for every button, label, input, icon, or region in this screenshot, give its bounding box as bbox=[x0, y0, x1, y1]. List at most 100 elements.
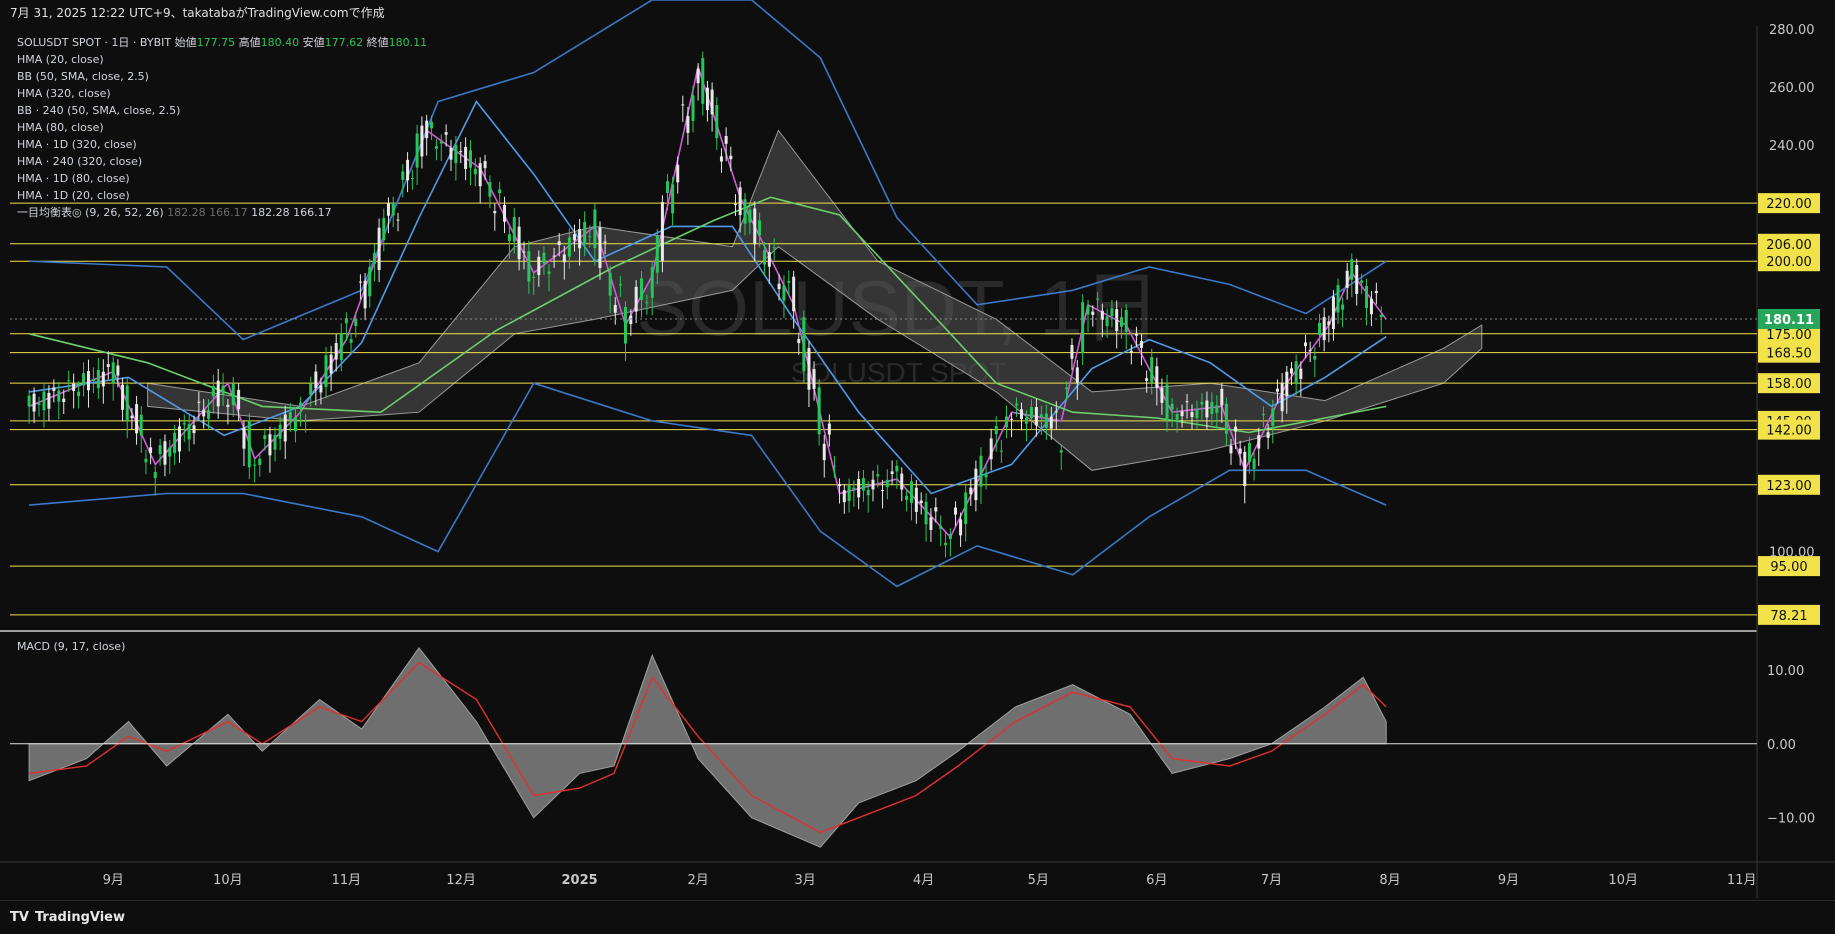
indicator-bb-50[interactable]: BB (50, SMA, close, 2.5) bbox=[17, 68, 427, 85]
candle-body bbox=[1252, 458, 1256, 469]
indicator-hma-20[interactable]: HMA (20, close) bbox=[17, 51, 427, 68]
candle-body bbox=[989, 438, 993, 460]
indicator-hma-80[interactable]: HMA (80, close) bbox=[17, 119, 427, 136]
candle-body bbox=[309, 383, 313, 395]
candle-body bbox=[258, 458, 262, 465]
close-value: 180.11 bbox=[388, 36, 428, 49]
candle-body bbox=[72, 383, 76, 391]
candle-body bbox=[640, 278, 644, 300]
candle-body bbox=[512, 217, 516, 242]
candle-body bbox=[686, 116, 690, 133]
indicator-hma-1d-20[interactable]: HMA · 1D (20, close) bbox=[17, 187, 427, 204]
candle-body bbox=[483, 161, 487, 169]
candle-body bbox=[253, 464, 257, 466]
candle-body bbox=[324, 355, 328, 387]
candle-body bbox=[634, 286, 638, 312]
candle-body bbox=[226, 404, 230, 407]
candle-body bbox=[1100, 310, 1104, 320]
candle-body bbox=[705, 87, 709, 111]
candle-body bbox=[1280, 382, 1284, 412]
candle-body bbox=[562, 254, 566, 263]
candle-body bbox=[368, 266, 372, 297]
candle-body bbox=[349, 339, 353, 343]
indicator-hma-1d-320[interactable]: HMA · 1D (320, close) bbox=[17, 136, 427, 153]
candle-body bbox=[449, 148, 453, 160]
candle-body bbox=[1308, 349, 1312, 351]
candle-body bbox=[247, 420, 251, 468]
candle-body bbox=[1205, 400, 1209, 418]
candle-body bbox=[1190, 412, 1194, 418]
candle-body bbox=[871, 479, 875, 490]
candle-body bbox=[953, 507, 957, 515]
candle-body bbox=[939, 525, 943, 529]
candle-body bbox=[1105, 316, 1109, 327]
footer-bar: TV TradingView bbox=[0, 900, 1835, 933]
candle-body bbox=[748, 209, 752, 223]
candle-body bbox=[900, 473, 904, 490]
candle-body bbox=[797, 338, 801, 344]
candle-body bbox=[772, 247, 776, 249]
candle-body bbox=[177, 426, 181, 452]
indicator-hma-240-320[interactable]: HMA · 240 (320, close) bbox=[17, 153, 427, 170]
candle-body bbox=[603, 241, 607, 243]
candle-body bbox=[787, 281, 791, 283]
candle-body bbox=[696, 68, 700, 84]
candle-body bbox=[1341, 304, 1345, 310]
level-tag-label: 78.21 bbox=[1770, 609, 1807, 624]
candle-body bbox=[691, 95, 695, 122]
candle-body bbox=[959, 519, 963, 536]
candle-body bbox=[1059, 450, 1063, 453]
candle-body bbox=[42, 391, 46, 411]
candle-body bbox=[1195, 408, 1199, 419]
candle-body bbox=[507, 234, 511, 242]
candle-body bbox=[1200, 402, 1204, 405]
candle-body bbox=[924, 501, 928, 525]
ichimoku-label: 一目均衡表◎ (9, 26, 52, 26) bbox=[17, 206, 164, 219]
indicator-bb-240[interactable]: BB · 240 (50, SMA, close, 2.5) bbox=[17, 102, 427, 119]
candle-body bbox=[468, 150, 472, 168]
candle-body bbox=[1160, 387, 1164, 403]
candle-body bbox=[613, 304, 617, 313]
candle-body bbox=[724, 136, 728, 144]
time-tick-label: 6月 bbox=[1146, 873, 1167, 888]
candle-body bbox=[914, 487, 918, 512]
candle-body bbox=[1165, 384, 1169, 421]
candle-body bbox=[583, 221, 587, 245]
candle-body bbox=[363, 280, 367, 309]
candle-body bbox=[202, 409, 206, 417]
candle-body bbox=[807, 348, 811, 390]
candle-body bbox=[1285, 371, 1289, 397]
candle-body bbox=[139, 414, 143, 436]
candle-body bbox=[237, 389, 241, 410]
candle-body bbox=[125, 385, 129, 421]
candle-body bbox=[827, 423, 831, 435]
candle-body bbox=[666, 181, 670, 193]
candle-body bbox=[1140, 340, 1144, 348]
indicator-hma-320[interactable]: HMA (320, close) bbox=[17, 85, 427, 102]
symbol-label: SOLUSDT SPOT · 1日 · BYBIT bbox=[17, 36, 172, 49]
candle-body bbox=[1070, 345, 1074, 359]
candle-body bbox=[283, 414, 287, 442]
candle-body bbox=[163, 441, 167, 465]
candle-body bbox=[1243, 451, 1247, 486]
candle-body bbox=[1369, 298, 1373, 315]
candle-body bbox=[503, 204, 507, 222]
indicator-ichimoku[interactable]: 一目均衡表◎ (9, 26, 52, 26) 182.28 166.17 182… bbox=[17, 204, 427, 221]
candle-body bbox=[182, 423, 186, 425]
candle-body bbox=[1220, 388, 1224, 406]
candle-body bbox=[909, 481, 913, 503]
candle-body bbox=[1075, 367, 1079, 383]
candle-body bbox=[792, 276, 796, 312]
indicator-hma-1d-80[interactable]: HMA · 1D (80, close) bbox=[17, 170, 427, 187]
candle-body bbox=[738, 187, 742, 216]
candle-body bbox=[47, 392, 51, 409]
macd-legend[interactable]: MACD (9, 17, close) bbox=[17, 640, 125, 653]
candle-body bbox=[187, 424, 191, 440]
macd-tick-label: 10.00 bbox=[1767, 664, 1804, 679]
candle-body bbox=[1365, 285, 1369, 309]
candle-body bbox=[377, 227, 381, 271]
candle-body bbox=[743, 199, 747, 224]
time-tick-label: 11月 bbox=[332, 873, 362, 888]
candle-body bbox=[885, 479, 889, 488]
candle-body bbox=[1091, 311, 1095, 315]
